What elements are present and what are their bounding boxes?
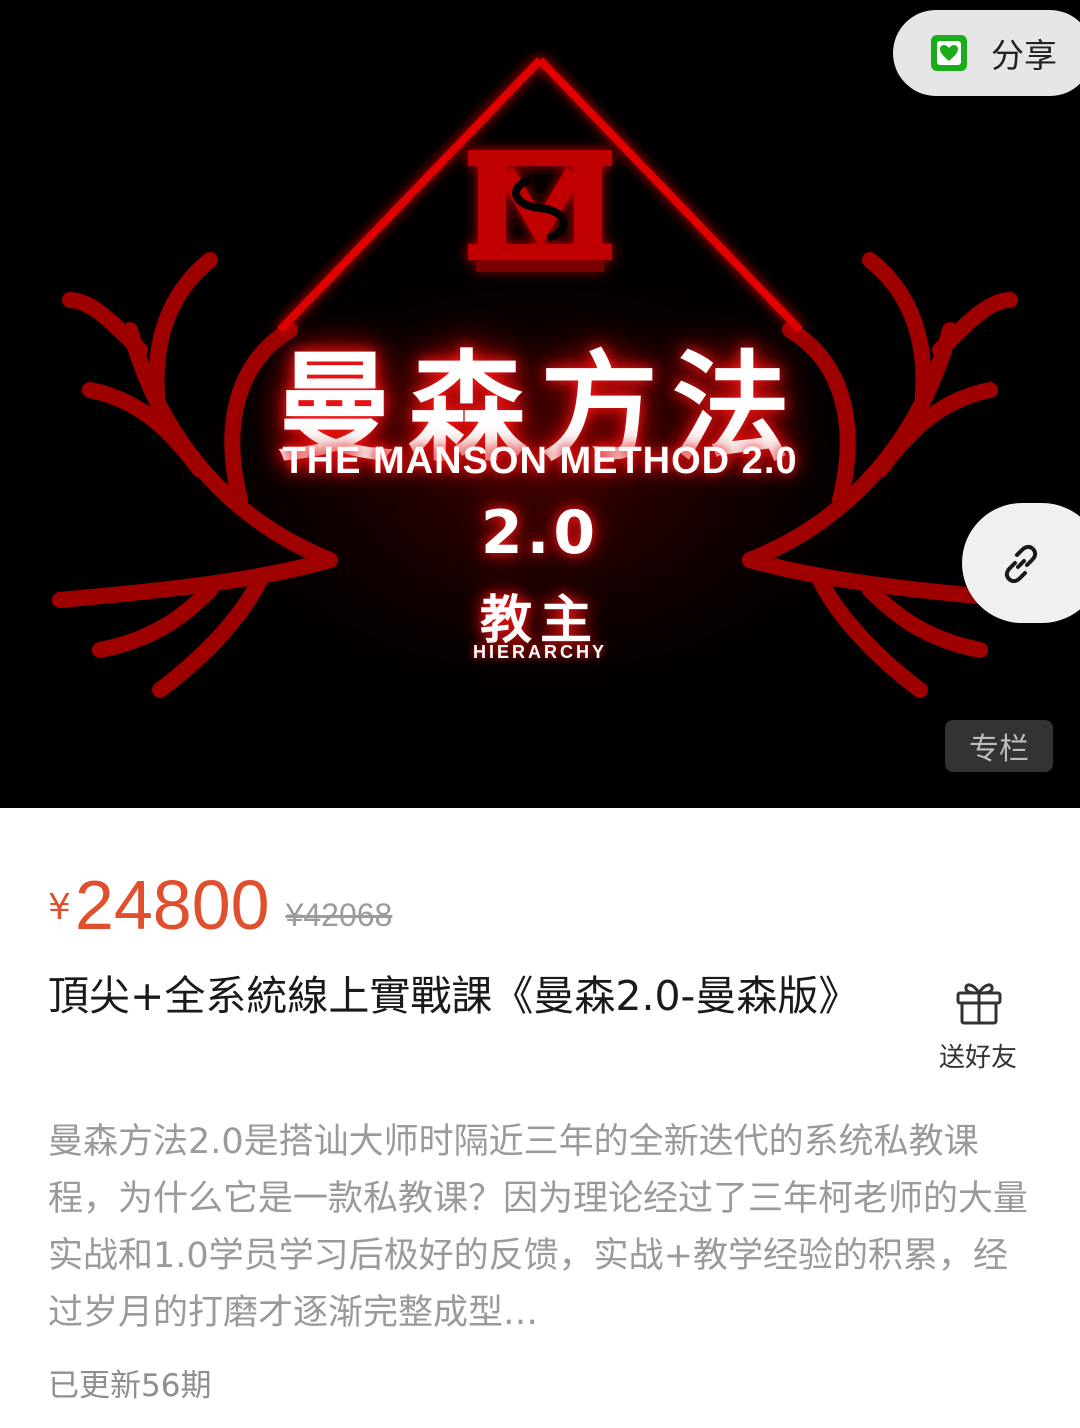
cover-version: 2.0 [480,498,600,568]
cover-tier-english: HIERARCHY [472,642,607,662]
course-cover[interactable]: 曼森方法 THE MANSON METHOD 2.0 2.0 教主 HIERAR… [0,0,1080,808]
price-original: ¥42068 [285,897,393,933]
gift-to-friend-button[interactable]: 送好友 [928,975,1028,1075]
gift-icon [956,983,1002,1025]
update-count: 已更新56期 [48,1368,212,1404]
column-tag-badge: 专栏 [945,720,1053,772]
price-currency-symbol: ¥ [48,887,71,928]
price-current: 24800 [74,866,270,944]
cover-title-english: THE MANSON METHOD 2.0 [282,440,798,482]
link-icon [1004,544,1038,584]
gift-label: 送好友 [938,1043,1017,1073]
copy-link-button[interactable] [962,503,1080,623]
course-page: 曼森方法 THE MANSON METHOD 2.0 2.0 教主 HIERAR… [0,0,1080,1428]
share-button[interactable]: 分享 [893,10,1080,96]
course-description[interactable]: 曼森方法2.0是搭讪大师时隔近三年的全新迭代的系统私教课程，为什么它是一款私教课… [48,1114,1038,1342]
course-title: 頂尖+全系統線上實戰課《曼森2.0-曼森版》 [48,972,860,1020]
wechat-share-icon [931,35,967,71]
price-row: ¥ 24800 ¥42068 [48,860,392,940]
share-label: 分享 [991,36,1057,75]
